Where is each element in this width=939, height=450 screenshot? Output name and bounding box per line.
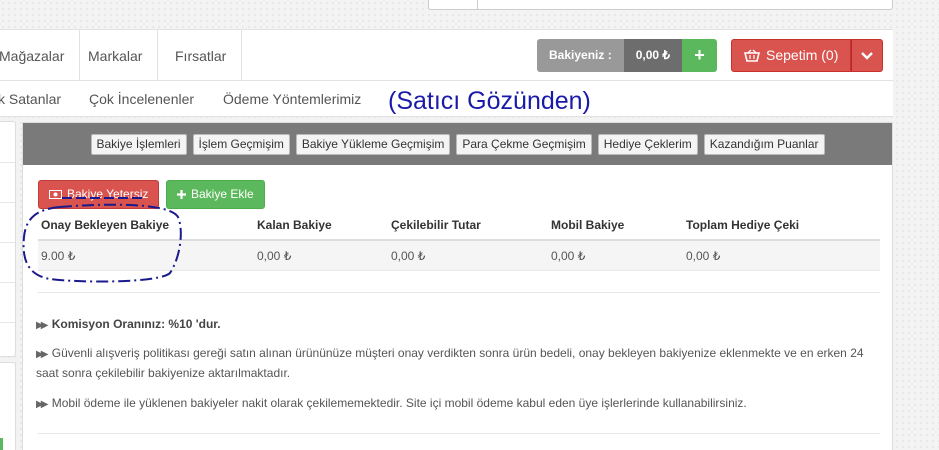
double-chevron-icon: ▶▶ (36, 349, 49, 360)
left-sidebar-panel (0, 121, 16, 357)
subnav-item-best-sellers[interactable]: k Satanlar (0, 81, 61, 117)
divider (38, 433, 880, 434)
info-commission: ▶▶ Komisyon Oranınız: %10 'dur. (36, 315, 871, 335)
add-balance-label: Bakiye Ekle (191, 187, 254, 201)
main-navbar: Mağazalar Markalar Fırsatlar Bakiyeniz :… (0, 29, 893, 82)
insufficient-balance-button[interactable]: Bakiye Yetersiz (38, 180, 160, 209)
annotation-underline (62, 197, 142, 199)
double-chevron-icon: ▶▶ (36, 399, 49, 410)
plus-icon (177, 190, 186, 199)
money-icon (49, 190, 62, 199)
cart-button[interactable]: Sepetim (0) (731, 39, 852, 72)
cart-widget: Sepetim (0) (731, 39, 884, 72)
cell-mobile-balance: 0,00 ₺ (551, 249, 586, 263)
cart-dropdown-button[interactable] (851, 39, 884, 72)
policy-text: Güvenli alışveriş politikası gereği satı… (36, 346, 864, 380)
info-policy: ▶▶ Güvenli alışveriş politikası gereği s… (36, 344, 871, 383)
cart-label: Sepetim (0) (766, 47, 839, 63)
left-sidebar-panel-2 (0, 362, 16, 450)
left-green-marker (0, 438, 3, 450)
cell-total-gift-cheque: 0,00 ₺ (686, 249, 721, 263)
divider (38, 292, 880, 293)
annotation-title: (Satıcı Gözünden) (388, 87, 591, 115)
table-header: Onay Bekleyen Bakiye Kalan Bakiye Çekile… (38, 210, 880, 241)
add-balance-plus-button[interactable]: + (682, 39, 718, 72)
mobile-text: Mobil ödeme ile yüklenen bakiyeler nakit… (51, 396, 747, 410)
tab-withdrawal-history[interactable]: Para Çekme Geçmişim (456, 133, 592, 155)
tab-gift-cheques[interactable]: Hediye Çeklerim (597, 133, 698, 155)
col-total-gift-cheque: Toplam Hediye Çeki (686, 218, 800, 232)
info-mobile: ▶▶ Mobil ödeme ile yüklenen bakiyeler na… (36, 394, 871, 414)
page: Mağazalar Markalar Fırsatlar Bakiyeniz :… (0, 0, 939, 450)
double-chevron-icon: ▶▶ (36, 320, 49, 331)
tab-balance-operations[interactable]: Bakiye İşlemleri (90, 133, 187, 155)
panel-tabs: Bakiye İşlemleri İşlem Geçmişim Bakiye Y… (23, 123, 892, 165)
basket-icon (744, 49, 760, 62)
col-pending-balance: Onay Bekleyen Bakiye (41, 218, 170, 232)
insufficient-balance-label: Bakiye Yetersiz (67, 187, 149, 201)
table-row: 9.00 ₺ 0,00 ₺ 0,00 ₺ 0,00 ₺ 0,00 ₺ (38, 241, 880, 271)
cell-pending-balance: 9.00 ₺ (41, 249, 76, 263)
cell-withdrawable-amount: 0,00 ₺ (391, 249, 426, 263)
subnav-item-most-reviewed[interactable]: Çok İncelenenler (89, 81, 194, 117)
nav-item-deals[interactable]: Fırsatlar (160, 30, 243, 82)
add-balance-button[interactable]: Bakiye Ekle (166, 180, 265, 209)
search-bar[interactable] (428, 0, 893, 10)
col-withdrawable-amount: Çekilebilir Tutar (391, 218, 481, 232)
balance-table: Onay Bekleyen Bakiye Kalan Bakiye Çekile… (38, 210, 880, 271)
balance-widget: Bakiyeniz : 0,00 ₺ + (537, 39, 718, 72)
chevron-down-icon (861, 51, 874, 60)
nav-item-stores[interactable]: Mağazalar (0, 30, 81, 82)
nav-item-brands[interactable]: Markalar (73, 30, 159, 82)
tab-topup-history[interactable]: Bakiye Yükleme Geçmişim (295, 133, 451, 155)
balance-value: 0,00 ₺ (623, 39, 683, 72)
col-remaining-balance: Kalan Bakiye (257, 218, 332, 232)
commission-text: Komisyon Oranınız: %10 'dur. (51, 317, 221, 331)
cell-remaining-balance: 0,00 ₺ (257, 249, 292, 263)
tab-transaction-history[interactable]: İşlem Geçmişim (192, 133, 290, 155)
balance-label: Bakiyeniz : (537, 39, 624, 72)
tab-earned-points[interactable]: Kazandığım Puanlar (703, 133, 825, 155)
col-mobile-balance: Mobil Bakiye (551, 218, 625, 232)
subnav-item-payment-methods[interactable]: Ödeme Yöntemlerimiz (223, 81, 361, 117)
balance-panel: Bakiye İşlemleri İşlem Geçmişim Bakiye Y… (22, 122, 893, 450)
